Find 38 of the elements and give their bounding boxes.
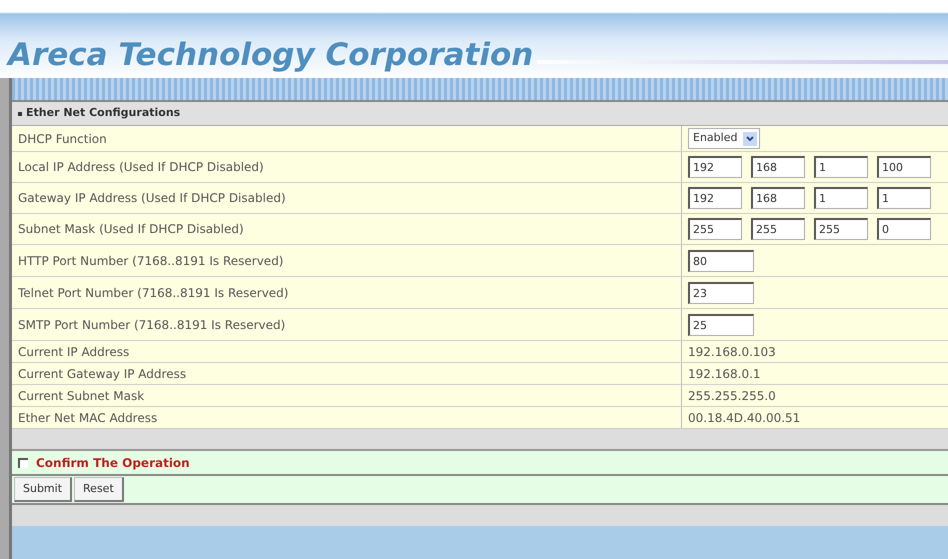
field-label: SMTP Port Number (7168..8191 Is Reserved) bbox=[12, 309, 682, 340]
ip-octet-field[interactable]: 168 bbox=[751, 156, 805, 178]
confirm-checkbox[interactable] bbox=[18, 458, 28, 468]
field-label: HTTP Port Number (7168..8191 Is Reserved) bbox=[12, 245, 682, 276]
confirm-label: Confirm The Operation bbox=[36, 454, 190, 472]
field-label: Current IP Address bbox=[12, 341, 682, 362]
dhcp-select[interactable]: Enabled bbox=[688, 128, 760, 149]
ip-octet-field[interactable]: 1 bbox=[814, 156, 868, 178]
field-label: Subnet Mask (Used If DHCP Disabled) bbox=[12, 214, 682, 244]
field-label: Local IP Address (Used If DHCP Disabled) bbox=[12, 152, 682, 182]
ip-octet-field[interactable]: 100 bbox=[877, 156, 931, 178]
field-value: 192.168.0.1 bbox=[688, 366, 761, 382]
field-value: 00.18.4D.40.00.51 bbox=[688, 410, 800, 426]
ip-octet-field[interactable]: 192 bbox=[688, 156, 742, 178]
port-field[interactable]: 23 bbox=[688, 282, 754, 304]
ip-octet-field[interactable]: 255 bbox=[751, 218, 805, 240]
ip-octet-field[interactable]: 0 bbox=[877, 218, 931, 240]
ip-octet-field[interactable]: 255 bbox=[688, 218, 742, 240]
ip-octet-field[interactable]: 192 bbox=[688, 187, 742, 209]
field-label: DHCP Function bbox=[12, 126, 682, 151]
bullet-icon bbox=[18, 112, 22, 116]
field-label: Telnet Port Number (7168..8191 Is Reserved) bbox=[12, 277, 682, 308]
field-value: 255.255.255.0 bbox=[688, 388, 776, 404]
page-title: Areca Technology Corporation bbox=[8, 36, 534, 74]
ip-octet-field[interactable]: 255 bbox=[814, 218, 868, 240]
ip-octet-field[interactable]: 1 bbox=[877, 187, 931, 209]
field-label: Current Gateway IP Address bbox=[12, 363, 682, 384]
section-title: Ether Net Configurations bbox=[26, 105, 180, 122]
reset-button[interactable]: Reset bbox=[74, 476, 124, 502]
field-label: Gateway IP Address (Used If DHCP Disabled) bbox=[12, 183, 682, 213]
submit-button[interactable]: Submit bbox=[14, 476, 72, 502]
field-value: 192.168.0.103 bbox=[688, 344, 776, 360]
field-label: Current Subnet Mask bbox=[12, 385, 682, 406]
ip-octet-field[interactable]: 168 bbox=[751, 187, 805, 209]
port-field[interactable]: 80 bbox=[688, 250, 754, 272]
port-field[interactable]: 25 bbox=[688, 314, 754, 336]
field-label: Ether Net MAC Address bbox=[12, 407, 682, 428]
ip-octet-field[interactable]: 1 bbox=[814, 187, 868, 209]
